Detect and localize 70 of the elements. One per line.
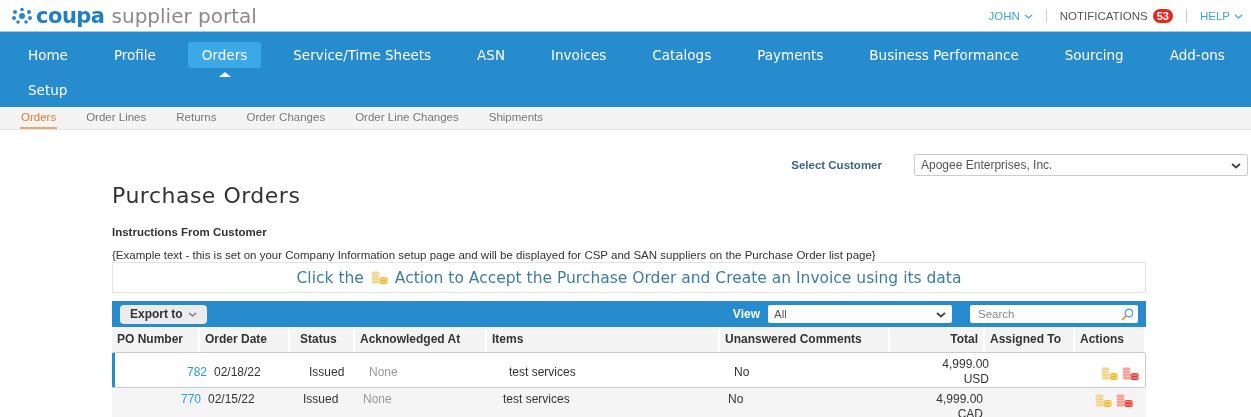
logo-icon (11, 6, 33, 25)
section-heading: Instructions From Customer (112, 226, 268, 238)
field-label: Select Customer (791, 159, 882, 171)
notifications-link[interactable]: NOTIFICATIONS (1059, 9, 1148, 22)
column-header: Items (487, 327, 720, 352)
table-cell: No (728, 392, 744, 406)
user-menu[interactable]: JOHN (988, 9, 1033, 22)
nav-tab[interactable]: Service/Time Sheets (279, 42, 446, 68)
logo-wordmark: coupa (36, 3, 105, 28)
table-cell: test services (509, 365, 576, 379)
dropdown-value: Apogee Enterprises, Inc. (921, 158, 1053, 172)
chevron-down-icon (936, 310, 946, 318)
view-dropdown[interactable]: All (768, 305, 952, 323)
po-number-link[interactable]: 770 (180, 392, 201, 406)
search-icon (1120, 308, 1133, 321)
subnav-tab[interactable]: Order Changes (245, 107, 327, 129)
column-header: PO Number (112, 327, 200, 352)
column-header: Actions (1075, 327, 1146, 352)
table-cell-text: 4,999.00 USD (941, 357, 989, 387)
nav-tab[interactable]: Setup (14, 77, 82, 103)
nav-tab[interactable]: Home (14, 42, 82, 68)
notification-count-badge: 53 (1152, 8, 1173, 23)
export-button[interactable]: Export to (120, 304, 207, 324)
instructions-text: {Example text - this is set on your Company Information setup page and will be displayed for CSP and SAN suppliers on the Purchase Order list page} (112, 249, 877, 261)
coins-icon (370, 271, 388, 284)
table-cell: No (734, 365, 750, 379)
logo-subtitle: supplier portal (111, 3, 257, 28)
nav-tab[interactable]: Profile (99, 42, 170, 68)
table-row[interactable]: 782 02/18/22 Issued None test services No 4,999.00 USD (112, 352, 1146, 388)
nav-tab[interactable]: Add-ons (1155, 42, 1239, 68)
table-cell: Issued (303, 392, 339, 406)
banner-text: Click the (296, 268, 364, 287)
table-cell: Issued (309, 365, 345, 379)
table-cell: test services (503, 392, 570, 406)
column-header: Status (290, 327, 355, 352)
nav-tab[interactable]: Business Performance (855, 42, 1033, 68)
column-header: Assigned To (985, 327, 1075, 352)
coins-icon[interactable] (1121, 366, 1139, 380)
po-number-link[interactable]: 782 (186, 365, 207, 379)
table-cell: 02/15/22 (208, 392, 255, 406)
table-cell: None (369, 365, 398, 379)
dropdown-value: All (774, 308, 787, 320)
subnav-tab[interactable]: Orders (20, 107, 58, 129)
subnav-tab[interactable]: Order Lines (85, 107, 148, 129)
table-cell: 02/18/22 (214, 365, 261, 379)
nav-tab[interactable]: Payments (743, 42, 838, 68)
subnav-tab[interactable]: Returns (175, 107, 218, 129)
view-label: View (732, 307, 760, 321)
selected-pointer-icon (218, 72, 231, 77)
nav-tab[interactable]: Sourcing (1050, 42, 1138, 68)
table-cell: None (363, 392, 392, 406)
caret-icon (187, 311, 197, 317)
subnav-tab[interactable]: Order Line Changes (354, 107, 460, 129)
column-header: Order Date (200, 327, 290, 352)
search-field[interactable]: Search (970, 305, 1138, 323)
subnav-tab[interactable]: Shipments (487, 107, 545, 129)
coins-icon[interactable] (1115, 394, 1133, 407)
page-title: Purchase Orders (112, 183, 302, 208)
banner-text: Action to Accept the Purchase Order and Create an Invoice using its data (394, 268, 962, 287)
chevron-down-icon (1231, 161, 1241, 169)
column-header: Acknowledged At (355, 327, 487, 352)
nav-tab[interactable]: ASN (463, 42, 519, 68)
nav-tab[interactable]: Invoices (537, 42, 621, 68)
help-menu[interactable]: HELP (1199, 9, 1243, 22)
column-header: Unanswered Comments (720, 327, 890, 352)
nav-tab[interactable]: Catalogs (638, 42, 726, 68)
caret-icon (1023, 12, 1033, 19)
column-header: Total (890, 327, 985, 352)
caret-icon (1234, 12, 1243, 19)
customer-dropdown[interactable]: Apogee Enterprises, Inc. (914, 154, 1248, 176)
